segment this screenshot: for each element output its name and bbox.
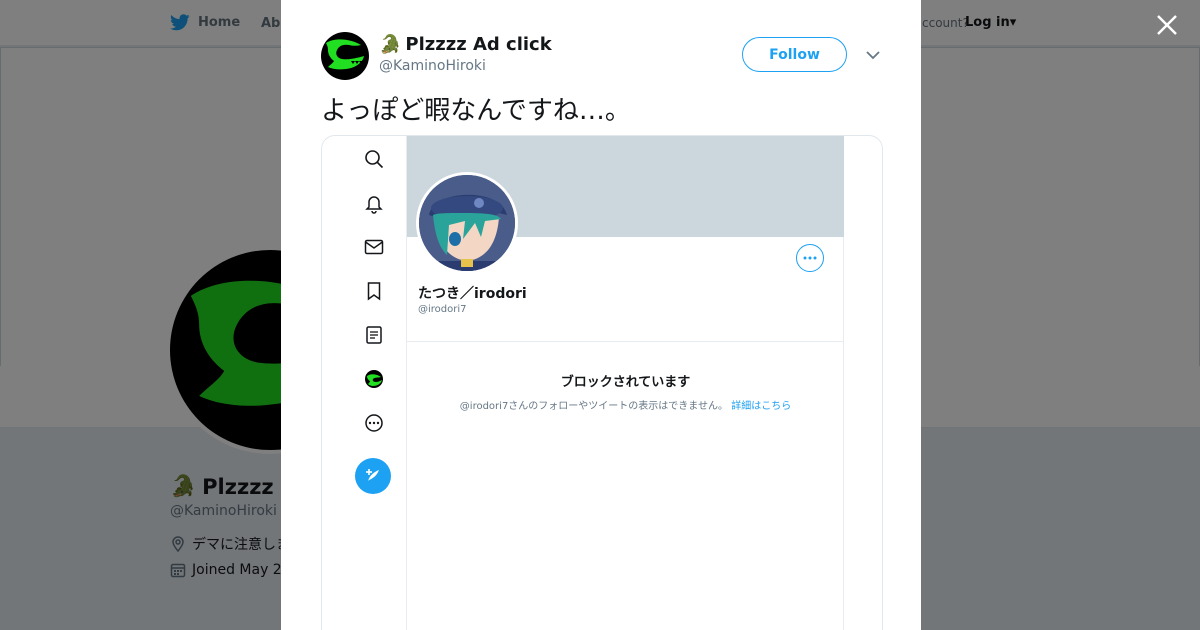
author-name-text: Plzzzz Ad click bbox=[405, 34, 552, 55]
chevron-down-icon[interactable] bbox=[863, 47, 883, 63]
author-name[interactable]: 🐊 Plzzzz Ad click bbox=[379, 34, 552, 55]
tweet-media-image[interactable]: たつき／irodori @irodori7 ブロックされています @irodor… bbox=[321, 135, 883, 630]
search-icon bbox=[365, 150, 384, 169]
bell-icon bbox=[365, 196, 383, 214]
screenshot-avatar bbox=[416, 172, 518, 274]
compose-button bbox=[355, 458, 391, 494]
compose-icon bbox=[366, 469, 379, 481]
mail-icon bbox=[364, 239, 384, 255]
screenshot-blocked-message: @irodori7さんのフォローやツイートの表示はできません。 詳細はこちら bbox=[407, 397, 844, 412]
author-handle[interactable]: @KaminoHiroki bbox=[379, 58, 486, 74]
list-icon bbox=[366, 326, 382, 344]
profile-avatar-icon bbox=[365, 370, 383, 388]
crocodile-logo-icon bbox=[326, 39, 364, 70]
screenshot-blocked-title: ブロックされています bbox=[560, 375, 691, 390]
follow-button[interactable]: Follow bbox=[742, 37, 847, 72]
blocked-message-text: @irodori7さんのフォローやツイートの表示はできません。 bbox=[459, 401, 729, 412]
crocodile-emoji-icon: 🐊 bbox=[379, 34, 402, 55]
more-dots-icon bbox=[803, 256, 817, 260]
screenshot-profile-name: たつき／irodori bbox=[418, 286, 527, 302]
author-avatar[interactable] bbox=[321, 32, 369, 80]
screenshot-sidebar bbox=[322, 136, 407, 630]
close-icon[interactable] bbox=[1154, 12, 1180, 38]
screenshot-more-button bbox=[796, 244, 824, 272]
screenshot-profile-handle: @irodori7 bbox=[418, 304, 467, 315]
tweet-text: よっぽど暇なんですね…。 bbox=[321, 96, 631, 126]
blocked-learn-more-link: 詳細はこちら bbox=[731, 401, 792, 412]
tweet-modal: 🐊 Plzzzz Ad click @KaminoHiroki Follow よ… bbox=[281, 0, 921, 630]
more-circle-icon bbox=[365, 414, 383, 432]
screenshot-divider bbox=[407, 341, 844, 342]
screenshot-profile-column: たつき／irodori @irodori7 ブロックされています @irodor… bbox=[407, 136, 844, 630]
bookmark-icon bbox=[367, 282, 381, 301]
anime-character-avatar bbox=[419, 175, 515, 271]
